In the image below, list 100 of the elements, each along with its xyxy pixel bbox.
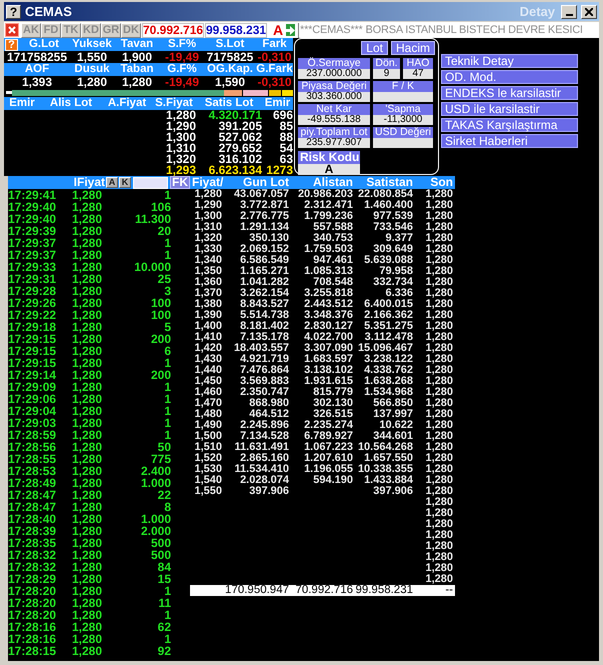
menu-button[interactable]: Teknik Detay: [441, 54, 578, 68]
table-cell-text: 733.546: [372, 222, 414, 233]
table-cell-text: 10.338.355: [356, 464, 414, 475]
table-cell-text: 15.096.467: [356, 343, 414, 354]
field-label: piy.Toplam Lot: [298, 127, 370, 138]
toolbar-button[interactable]: AK: [21, 22, 41, 38]
menu-button[interactable]: USD ile karsilastir: [441, 102, 578, 116]
table-cell-text: 1,280: [424, 574, 454, 585]
table-cell-text: 17:28:39: [8, 525, 58, 537]
field-label: Net Kar: [298, 104, 370, 115]
table-cell-text: 500: [150, 537, 171, 549]
total-cell-text: 99.958.231: [355, 585, 414, 596]
table-cell-text: 340.753: [312, 233, 354, 244]
table-cell-text: 1,280: [71, 489, 104, 501]
table-cell-text: 1,280: [71, 201, 104, 213]
table-cell-text: 5.351.275: [363, 321, 414, 332]
table-cell-text: 2.069.152: [239, 244, 290, 255]
table-cell-text: 17:28:16: [8, 633, 58, 645]
toggle-button[interactable]: A: [106, 177, 118, 188]
table-cell-text: 17:28:47: [8, 489, 58, 501]
toggle-button[interactable]: Hacim: [390, 41, 435, 55]
table-cell-text: 775: [150, 453, 171, 465]
table-cell-text: 20: [156, 225, 171, 237]
toolbar-button[interactable]: TK: [61, 22, 81, 38]
table-cell-text: 1,280: [424, 442, 454, 453]
arrow-button[interactable]: [285, 23, 296, 37]
table-cell-text: 22: [156, 489, 171, 501]
table-cell-text: 1,280: [71, 285, 104, 297]
field-label: Dön.: [373, 58, 400, 69]
field-label: Piyasa Değeri: [298, 81, 370, 92]
table-cell-text: 11.631.491: [234, 442, 290, 453]
table-cell-text: 63: [280, 154, 293, 165]
table-cell-text: 1,280: [424, 222, 454, 233]
table-cell-text: 1.196.055: [303, 464, 354, 475]
menu-button[interactable]: OD. Mod.: [441, 70, 578, 84]
table-cell-text: 1,280: [71, 621, 104, 633]
table-cell-text: 1.638.268: [363, 376, 414, 387]
toggle-button[interactable]: FK: [170, 176, 190, 189]
table-cell-text: 500: [150, 549, 171, 561]
toggle-button[interactable]: Lot: [361, 41, 388, 55]
input-field[interactable]: [133, 176, 168, 188]
column-header: Satistan: [365, 176, 414, 189]
table-cell-text: 17:29:14: [8, 369, 58, 381]
table-cell-text: 1,280: [424, 420, 454, 431]
table-cell-text: 344.601: [372, 431, 414, 442]
table-cell-text: 3.348.376: [303, 310, 354, 321]
table-cell-text: 17:28:15: [8, 645, 58, 657]
table-cell-text: 1,280: [71, 537, 104, 549]
table-cell-text: 1.000: [140, 513, 171, 525]
column-header: S.Fiyat: [154, 97, 194, 110]
table-cell-text: 17:29:15: [8, 345, 58, 357]
field-value: 303.360.000: [298, 92, 370, 102]
menu-button[interactable]: TAKAS Karşılaştırma: [441, 118, 578, 132]
help-button[interactable]: ?: [5, 38, 18, 50]
table-cell-text: 1: [163, 633, 171, 645]
column-header: Satis Lot: [204, 97, 254, 110]
table-cell-text: 17:29:03: [8, 417, 58, 429]
toolbar-button[interactable]: GR: [101, 22, 121, 38]
toolbar-button[interactable]: KD: [81, 22, 101, 38]
table-cell-text: 1,280: [71, 513, 104, 525]
table-cell-text: 1,280: [424, 354, 454, 365]
table-cell-text: 2.443.512: [303, 299, 354, 310]
table-cell-text: 11: [157, 597, 171, 609]
table-cell-text: 10.000: [133, 261, 171, 273]
minimize-icon: [566, 14, 572, 16]
table-cell-text: 1,280: [71, 189, 102, 201]
table-cell-text: 7.476.864: [239, 365, 290, 376]
value-cell-text: -19,49: [164, 76, 200, 88]
table-cell-text: 17:28:32: [8, 561, 58, 573]
table-cell-text: 527.062: [218, 132, 262, 143]
table-cell-text: 1,280: [71, 477, 104, 489]
table-cell-text: 2.830.127: [303, 321, 354, 332]
table-cell-text: 1,280: [424, 288, 454, 299]
toolbar-button[interactable]: FD: [41, 22, 61, 38]
table-cell-text: 1,280: [424, 233, 454, 244]
table-cell-text: 17:28:20: [8, 585, 58, 597]
menu-button[interactable]: ENDEKS le karsilastir: [441, 86, 578, 100]
table-cell-text: 1,280: [71, 321, 104, 333]
minimize-button[interactable]: [561, 4, 577, 18]
table-cell-text: 1,280: [71, 297, 104, 309]
table-cell-text: 1,280: [424, 376, 454, 387]
table-cell-text: 3.307.090: [303, 343, 354, 354]
table-cell-text: 54: [278, 143, 293, 154]
table-cell-text: 1,280: [424, 552, 454, 563]
table-cell-text: 1,280: [71, 417, 104, 429]
table-cell-text: 1,480: [193, 409, 223, 420]
table-cell-text: 1,540: [193, 475, 223, 486]
column-header: S.F%: [166, 38, 198, 51]
table-cell-text: 316.102: [218, 154, 262, 165]
table-cell-text: 1,280: [71, 309, 104, 321]
flag-label: A: [273, 22, 284, 38]
toggle-button[interactable]: K: [119, 177, 131, 188]
toolbar-button[interactable]: DK: [121, 22, 141, 38]
table-cell-text: 1,280: [71, 381, 104, 393]
empty-field: [373, 92, 433, 102]
table-cell-text: 302.130: [312, 398, 354, 409]
column-header: AOF: [24, 63, 50, 76]
column-header: G.Fark: [256, 63, 293, 76]
menu-button[interactable]: Sirket Haberleri: [441, 134, 578, 148]
help-button[interactable]: ?: [6, 4, 21, 18]
